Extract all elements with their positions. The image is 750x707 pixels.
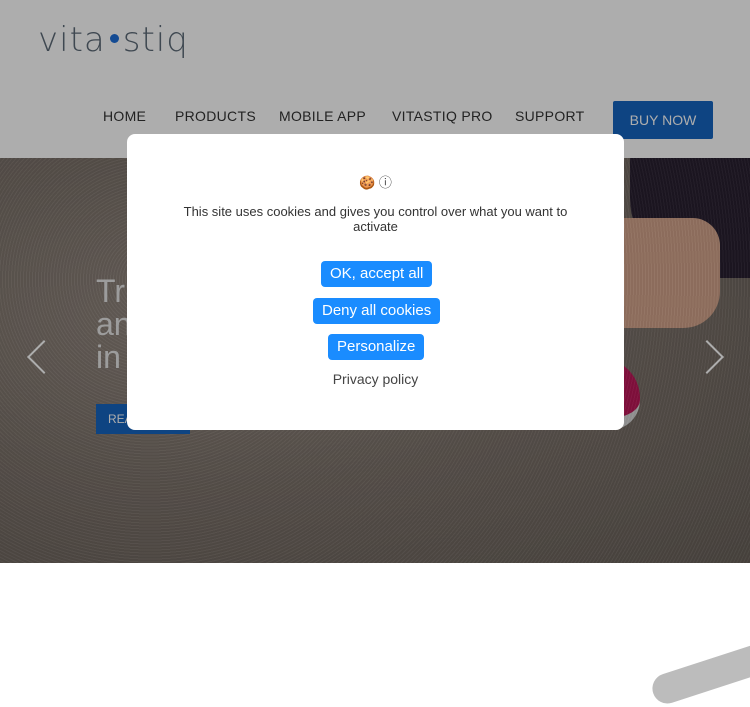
cookie-icon: 🍪 ⓘ	[359, 175, 392, 190]
personalize-button[interactable]: Personalize	[328, 334, 425, 360]
accept-all-button[interactable]: OK, accept all	[321, 261, 433, 287]
deny-all-button[interactable]: Deny all cookies	[313, 298, 441, 324]
cookie-consent-dialog: 🍪 ⓘ This site uses cookies and gives you…	[127, 134, 624, 430]
photo-pipe	[648, 638, 750, 707]
cookie-message: This site uses cookies and gives you con…	[183, 204, 568, 234]
privacy-policy-link[interactable]: Privacy policy	[127, 371, 624, 387]
